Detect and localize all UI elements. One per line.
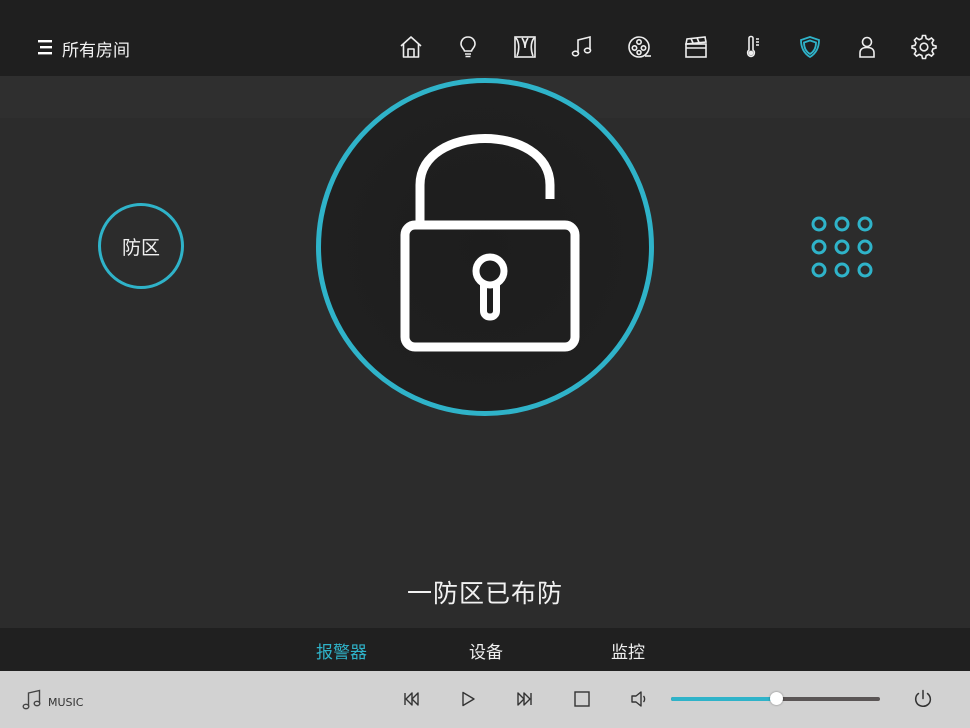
volume-slider[interactable] [671,692,880,705]
tab-alarm[interactable]: 报警器 [316,638,367,663]
music-note-icon [22,689,42,715]
room-title: 所有房间 [62,41,130,61]
music-note-icon[interactable] [568,33,596,61]
zone-button[interactable]: 防区 [98,203,184,289]
home-icon[interactable] [397,33,425,61]
volume-knob[interactable] [769,692,783,705]
thermometer-icon[interactable] [739,33,767,61]
gear-icon[interactable] [910,33,938,61]
bulb-icon[interactable] [454,33,482,61]
power-icon[interactable] [912,688,934,710]
curtain-icon[interactable] [511,33,539,61]
film-reel-icon[interactable] [625,33,653,61]
arm-toggle-button[interactable] [316,78,654,416]
clapperboard-icon[interactable] [682,33,710,61]
zone-button-label: 防区 [121,236,160,259]
volume-icon[interactable] [629,689,649,709]
previous-icon[interactable] [401,689,421,709]
play-icon[interactable] [458,689,478,709]
room-menu-button[interactable]: 所有房间 [36,36,130,61]
keypad-icon[interactable] [810,215,874,279]
stop-icon[interactable] [572,689,592,709]
top-bar [0,0,970,76]
arm-status-text: 一防区已布防 [406,579,563,608]
volume-fill [671,697,776,701]
next-icon[interactable] [515,689,535,709]
user-icon[interactable] [853,33,881,61]
tab-devices[interactable]: 设备 [469,638,503,663]
music-source-button[interactable]: MUSIC [22,689,83,715]
shield-icon[interactable] [796,33,824,61]
unlocked-padlock-icon [400,134,580,352]
tab-monitor[interactable]: 监控 [611,638,645,663]
music-label: MUSIC [48,695,84,709]
menu-icon [36,38,54,60]
